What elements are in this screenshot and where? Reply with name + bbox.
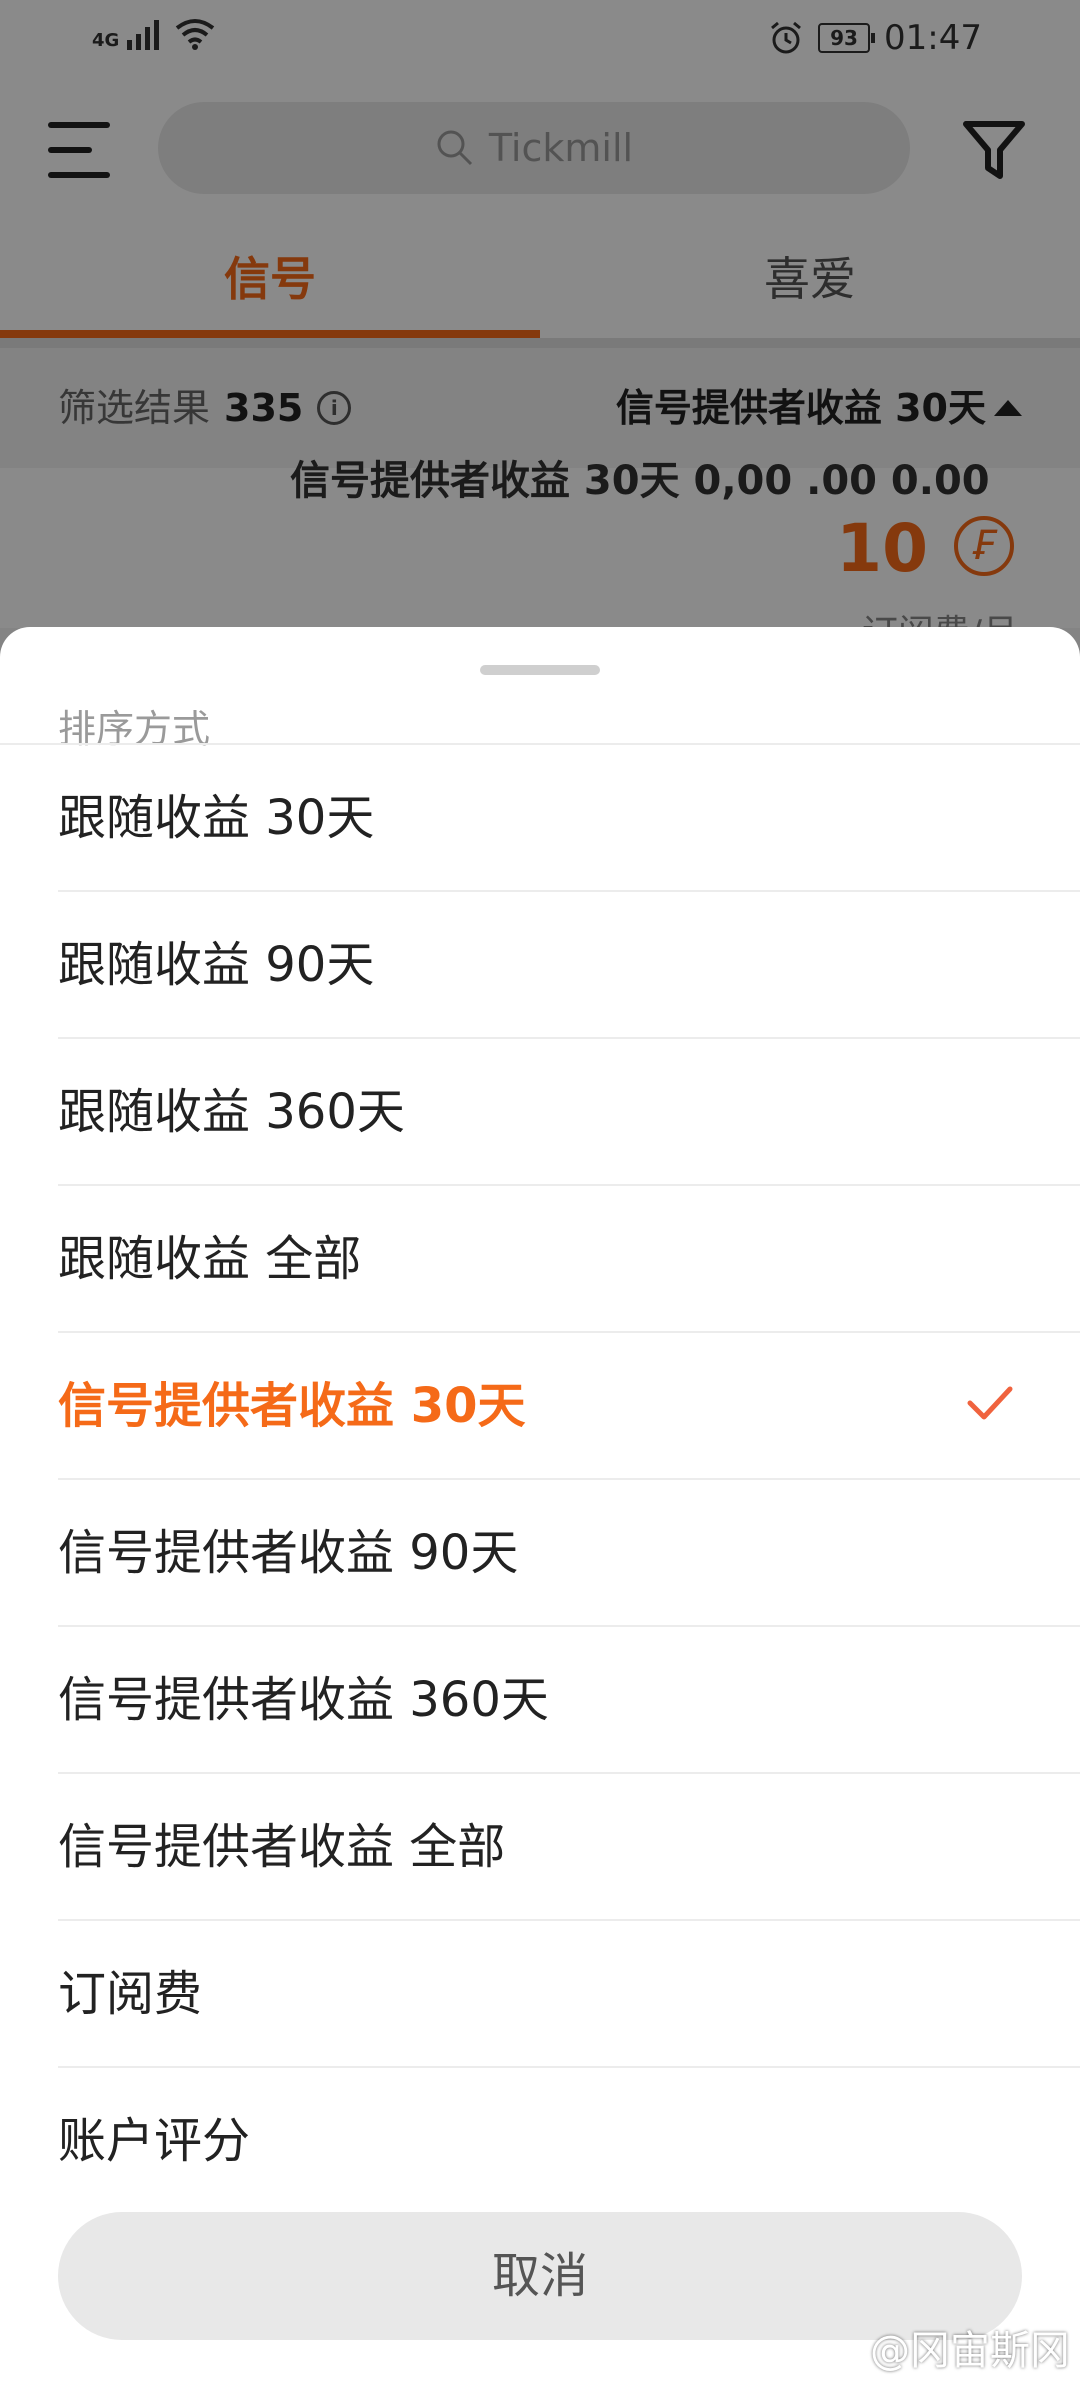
- sort-bottom-sheet: 排序方式 跟随收益 30天 跟随收益 90天 跟随收益 360天 跟随收益 全部…: [0, 627, 1080, 2400]
- sheet-drag-handle[interactable]: [480, 665, 600, 675]
- sort-option-follow-all[interactable]: 跟随收益 全部: [0, 1186, 1080, 1333]
- sort-option-provider-90d[interactable]: 信号提供者收益 90天: [0, 1480, 1080, 1627]
- sort-option-provider-360d[interactable]: 信号提供者收益 360天: [0, 1627, 1080, 1774]
- sort-option-label: 信号提供者收益 30天: [58, 1378, 526, 1434]
- sort-option-follow-30d[interactable]: 跟随收益 30天: [0, 745, 1080, 892]
- sort-option-follow-360d[interactable]: 跟随收益 360天: [0, 1039, 1080, 1186]
- sort-option-provider-all[interactable]: 信号提供者收益 全部: [0, 1774, 1080, 1921]
- watermark: @冈宙斯冈: [870, 2328, 1070, 2374]
- sort-options-list: 跟随收益 30天 跟随收益 90天 跟随收益 360天 跟随收益 全部 信号提供…: [0, 745, 1080, 2215]
- sort-option-provider-30d[interactable]: 信号提供者收益 30天: [0, 1333, 1080, 1480]
- check-icon: [967, 1386, 1013, 1420]
- sort-option-subscription-fee[interactable]: 订阅费: [0, 1921, 1080, 2068]
- sort-option-account-rating[interactable]: 账户评分: [0, 2068, 1080, 2215]
- sort-option-follow-90d[interactable]: 跟随收益 90天: [0, 892, 1080, 1039]
